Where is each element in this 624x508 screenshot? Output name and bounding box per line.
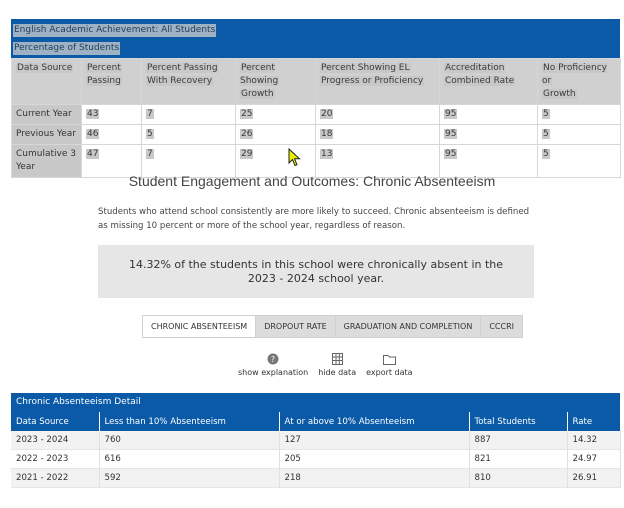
table-cell: 592 — [99, 468, 280, 488]
table-cell: 2022 - 2023 — [11, 449, 100, 469]
table-cell: 25 — [235, 104, 316, 125]
achievement-data-table: Data Source Percent Passing Percent Passi… — [11, 58, 621, 178]
table-cell: 205 — [279, 449, 470, 469]
column-header: No Proficiency or Growth — [537, 58, 621, 105]
folder-icon — [382, 352, 396, 366]
table-cell: 2023 - 2024 — [11, 431, 100, 450]
show-explanation-button[interactable]: ? show explanation — [238, 352, 308, 377]
column-header: Percent Showing EL Progress or Proficienc… — [315, 58, 440, 105]
svg-text:?: ? — [271, 355, 275, 364]
table-grid-icon — [331, 352, 343, 366]
absenteeism-callout: 14.32% of the students in this school we… — [98, 245, 534, 298]
tab-dropout-rate[interactable]: DROPOUT RATE — [256, 315, 336, 338]
column-header: Rate — [567, 412, 621, 431]
table-cell: 616 — [99, 449, 280, 469]
table-subtitle: Percentage of Students — [13, 41, 121, 55]
table-cell: 95 — [439, 124, 538, 145]
absenteeism-detail-table: Chronic Absenteeism Detail Data Source L… — [11, 393, 621, 488]
column-header: Percent Passing With Recovery — [141, 58, 236, 105]
hide-data-button[interactable]: hide data — [318, 352, 356, 377]
table-cell: 7 — [141, 104, 236, 125]
table-title: English Academic Achievement: All Studen… — [13, 23, 217, 37]
table-cell: 5 — [537, 124, 621, 145]
table-cell: 5 — [537, 104, 621, 125]
table-cell: 18 — [315, 124, 440, 145]
section-description: Students who attend school consistently … — [98, 207, 530, 231]
tab-chronic-absenteeism[interactable]: CHRONIC ABSENTEEISM — [142, 315, 257, 338]
mouse-cursor-icon — [288, 148, 301, 167]
table-header-row: Data Source Less than 10% Absenteeism At… — [11, 412, 621, 431]
table-row: 2023 - 2024 760 127 887 14.32 — [11, 431, 621, 450]
table-cell: 43 — [81, 104, 142, 125]
action-label: export data — [366, 368, 413, 377]
detail-title: Chronic Absenteeism Detail — [11, 393, 620, 412]
table-cell: 2021 - 2022 — [11, 468, 100, 488]
table-header-row: Data Source Percent Passing Percent Passi… — [11, 58, 621, 105]
column-header: Percent Showing Growth — [235, 58, 316, 105]
table-cell: 20 — [315, 104, 440, 125]
english-achievement-table: English Academic Achievement: All Studen… — [11, 19, 621, 178]
column-header: Less than 10% Absenteeism — [99, 412, 280, 431]
table-cell: 821 — [469, 449, 568, 469]
column-header: Data Source — [11, 58, 82, 105]
table-row: 2022 - 2023 616 205 821 24.97 — [11, 449, 621, 469]
column-header: Data Source — [11, 412, 100, 431]
metric-tabs: CHRONIC ABSENTEEISM DROPOUT RATE GRADUAT… — [142, 315, 523, 338]
column-header: Percent Passing — [81, 58, 142, 105]
table-row: 2021 - 2022 592 218 810 26.91 — [11, 468, 621, 488]
table-cell: 760 — [99, 431, 280, 450]
table-cell: 95 — [439, 104, 538, 125]
action-label: hide data — [318, 368, 357, 377]
question-circle-icon: ? — [267, 352, 279, 366]
table-header-bar: English Academic Achievement: All Studen… — [11, 19, 620, 58]
table-cell: 46 — [81, 124, 142, 145]
table-cell: 14.32 — [567, 431, 621, 450]
data-actions: ? show explanation hide data export data — [238, 352, 423, 377]
row-label: Current Year — [11, 104, 82, 125]
table-cell: 5 — [141, 124, 236, 145]
detail-data-table: Data Source Less than 10% Absenteeism At… — [11, 412, 621, 488]
section-title: Student Engagement and Outcomes: Chronic… — [128, 173, 496, 189]
table-cell: 127 — [279, 431, 470, 450]
tab-cccri[interactable]: CCCRI — [481, 315, 523, 338]
table-cell: 810 — [469, 468, 568, 488]
tab-graduation-completion[interactable]: GRADUATION AND COMPLETION — [335, 315, 482, 338]
table-cell: 26 — [235, 124, 316, 145]
table-cell: 887 — [469, 431, 568, 450]
column-header: Accreditation Combined Rate — [439, 58, 538, 105]
row-label: Previous Year — [11, 124, 82, 145]
table-cell: 218 — [279, 468, 470, 488]
export-data-button[interactable]: export data — [366, 352, 413, 377]
action-label: show explanation — [238, 368, 309, 377]
table-cell: 26.91 — [567, 468, 621, 488]
table-cell: 24.97 — [567, 449, 621, 469]
column-header: At or above 10% Absenteeism — [279, 412, 470, 431]
table-row: Previous Year 46 5 26 18 95 5 — [11, 124, 621, 145]
table-row: Current Year 43 7 25 20 95 5 — [11, 104, 621, 125]
column-header: Total Students — [469, 412, 568, 431]
